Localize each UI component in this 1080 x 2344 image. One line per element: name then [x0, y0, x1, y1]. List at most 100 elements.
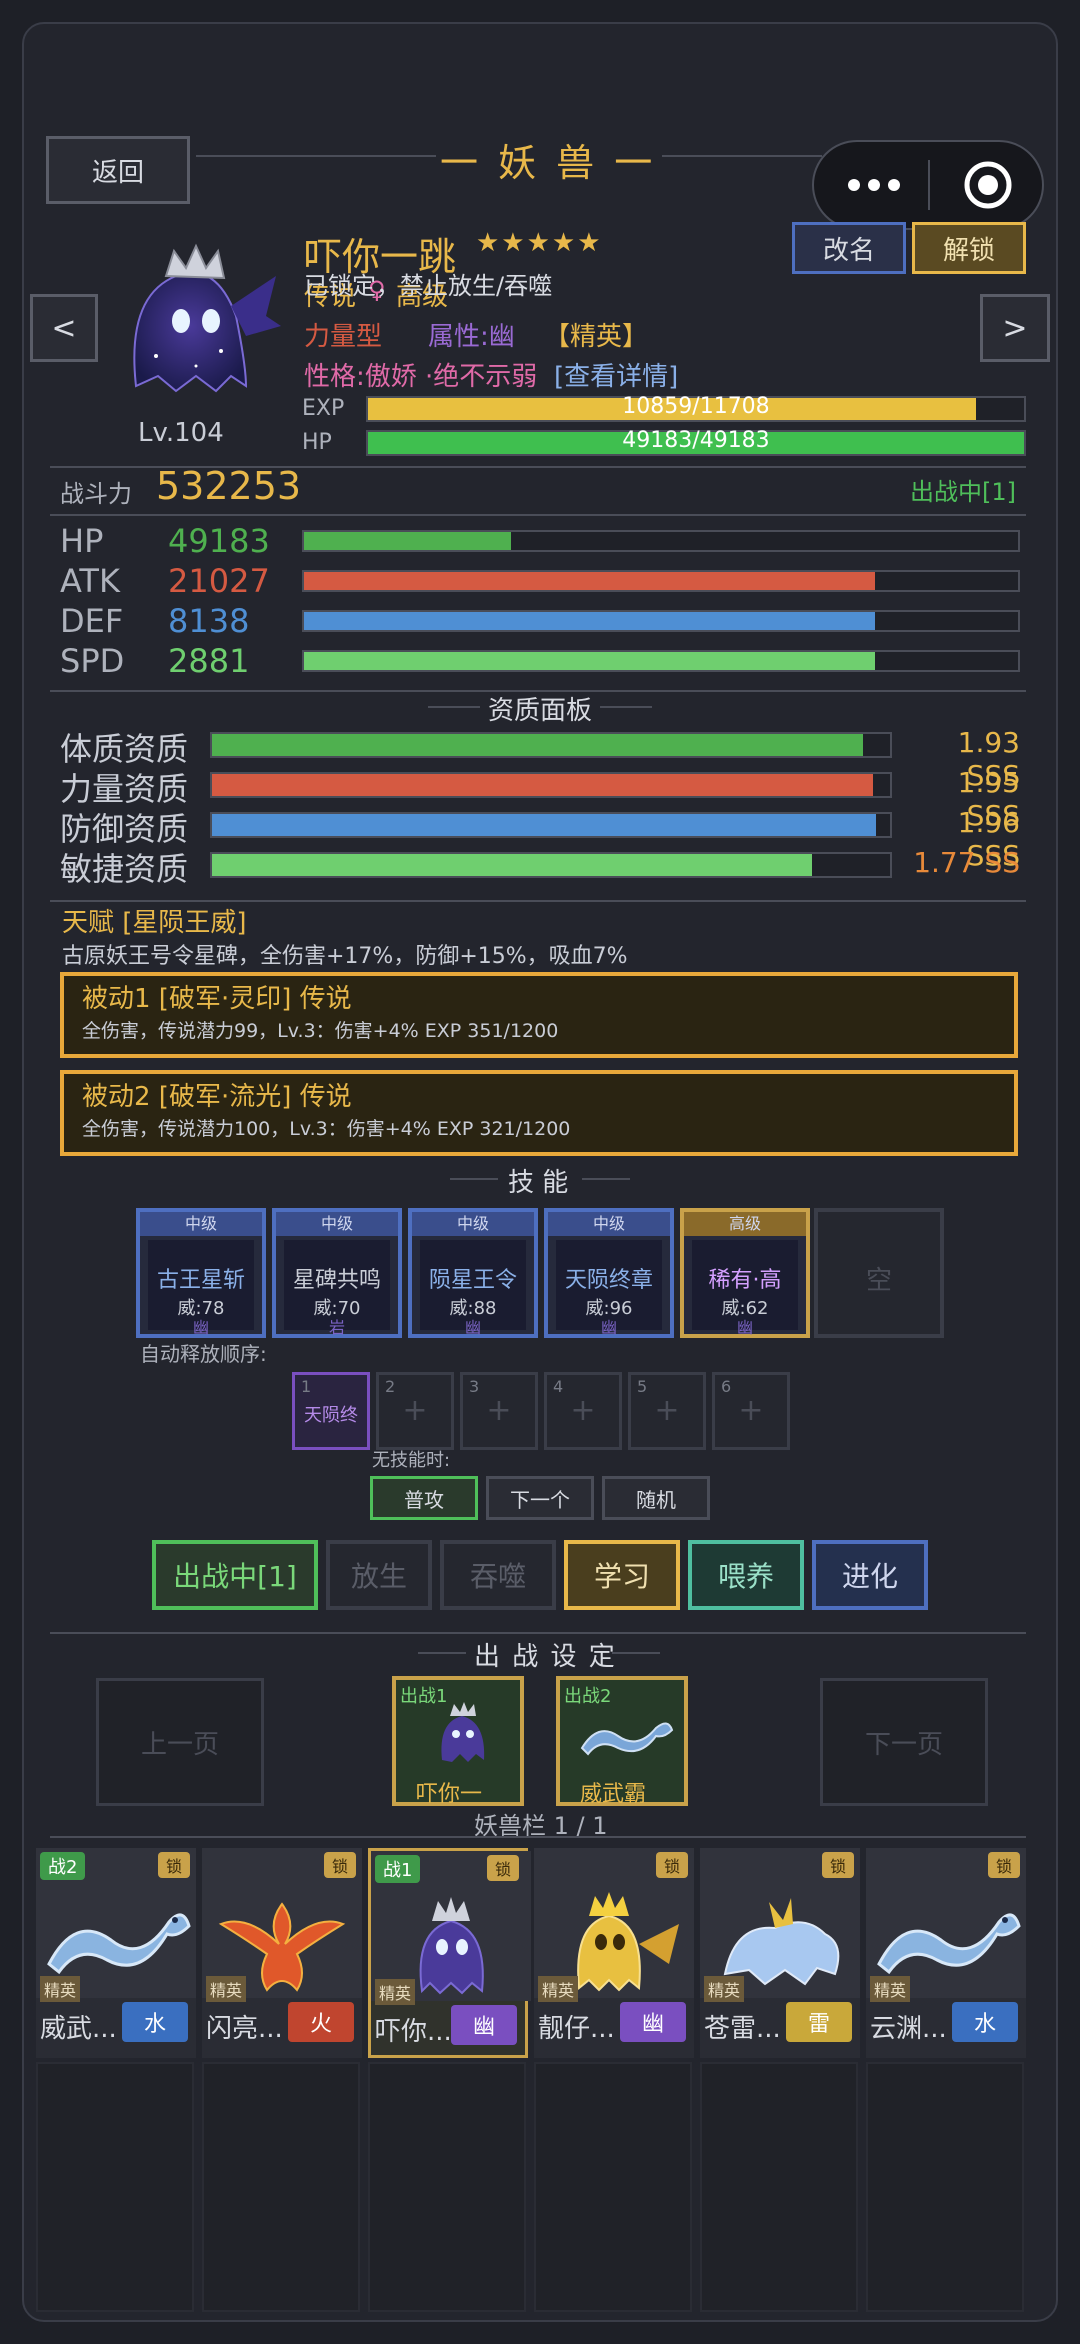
empty-slot[interactable]	[36, 2062, 194, 2312]
aptitude-title: 资质面板	[488, 696, 593, 726]
stat-value: 2881	[168, 642, 250, 680]
beast-name: 闪亮...	[206, 2014, 283, 2044]
deploy-button[interactable]: 出战中[1]	[152, 1540, 318, 1610]
elite-tag: 精英	[538, 1976, 579, 2002]
roster-card[interactable]: 锁 精英 闪亮... 火	[202, 1848, 362, 2058]
next-pet-button[interactable]: >	[980, 294, 1050, 362]
stat-label: ATK	[60, 562, 120, 600]
order-slot[interactable]: 1 天陨终	[292, 1372, 370, 1450]
option-normal-attack[interactable]: 普攻	[370, 1476, 478, 1520]
order-slot[interactable]: 3 +	[460, 1372, 538, 1450]
lock-badge[interactable]: 锁	[987, 1852, 1020, 1878]
battle-slot-2-name: 威武霸	[580, 1782, 647, 1807]
passive-2-title: 被动2 [破军·流光] 传说	[82, 1082, 352, 1112]
evolve-button[interactable]: 进化	[812, 1540, 928, 1610]
lock-badge[interactable]: 锁	[655, 1852, 688, 1878]
unlock-button[interactable]: 解锁	[912, 222, 1026, 274]
skill-name: 陨星王令	[428, 1268, 517, 1293]
lock-badge[interactable]: 锁	[157, 1852, 190, 1878]
aptitude-line-right	[600, 706, 652, 708]
roster-card[interactable]: 战2 锁 精英 威武... 水	[36, 1848, 196, 2058]
aptitude-bar	[210, 812, 892, 838]
option-next[interactable]: 下一个	[486, 1476, 594, 1520]
order-slot-label: +	[738, 1393, 764, 1428]
skill-card[interactable]: 中级 陨星王令 威:88 幽	[408, 1208, 538, 1338]
rename-button[interactable]: 改名	[792, 222, 906, 274]
elite-tag: 精英	[375, 1979, 416, 2005]
back-button[interactable]: 返回	[46, 136, 190, 204]
beast-name: 苍雷...	[704, 2014, 781, 2044]
talent-title: 天赋 [星陨王威]	[62, 908, 247, 938]
empty-slot[interactable]	[866, 2062, 1024, 2312]
empty-slot[interactable]	[368, 2062, 526, 2312]
skill-card[interactable]: 中级 天陨终章 威:96 幽	[544, 1208, 674, 1338]
hp-text: 49183/49183	[622, 428, 770, 453]
battle-prev-page[interactable]: 上一页	[96, 1678, 264, 1806]
hp-label: HP	[302, 430, 332, 455]
stat-bar	[302, 530, 1020, 552]
skill-element: 岩	[328, 1318, 345, 1337]
order-slot[interactable]: 4 +	[544, 1372, 622, 1450]
stat-value: 21027	[168, 562, 270, 600]
detail-link[interactable]: [查看详情]	[554, 356, 678, 393]
power-label: 战斗力	[60, 480, 132, 508]
lock-badge[interactable]: 锁	[323, 1852, 356, 1878]
lock-notice: 已锁定，禁止放生/吞噬	[304, 272, 553, 300]
empty-slot[interactable]	[534, 2062, 692, 2312]
empty-slot[interactable]	[202, 2062, 360, 2312]
skill-card-empty[interactable]: 空	[814, 1208, 944, 1338]
element-badge: 水	[122, 2002, 188, 2042]
passive-1: 被动1 [破军·灵印] 传说 全伤害，传说潜力99，Lv.3：伤害+4% EXP…	[60, 972, 1018, 1058]
lock-badge[interactable]: 锁	[486, 1855, 519, 1881]
capsule-divider	[928, 160, 930, 210]
close-target-icon[interactable]	[958, 160, 1018, 210]
order-slot[interactable]: 5 +	[628, 1372, 706, 1450]
element-badge: 雷	[786, 2002, 852, 2042]
roster-card[interactable]: 战1 锁 精英 吓你... 幽	[368, 1848, 531, 2058]
lock-badge[interactable]: 锁	[821, 1852, 854, 1878]
stat-bar-fill	[304, 652, 876, 670]
beast-name: 靓仔...	[538, 2014, 615, 2044]
battle-badge: 战1	[375, 1855, 421, 1883]
divider-5	[50, 1632, 1026, 1634]
passive-2-desc: 全伤害，传说潜力100，Lv.3：伤害+4% EXP 321/1200	[82, 1118, 571, 1140]
skill-card[interactable]: 高级 稀有·高 威:62 幽	[680, 1208, 810, 1338]
skill-card[interactable]: 中级 星碑共鸣 威:70 岩	[272, 1208, 402, 1338]
pet-level: Lv.104	[138, 418, 224, 448]
battle-slot-1-name: 吓你一	[416, 1782, 483, 1807]
empty-slot[interactable]	[700, 2062, 858, 2312]
skills-title: 技 能	[508, 1168, 569, 1198]
pet-rank: 【精英】	[544, 322, 649, 352]
pet-stars: ★★★★★	[476, 228, 603, 258]
option-random[interactable]: 随机	[602, 1476, 710, 1520]
pet-type: 力量型	[304, 322, 383, 352]
order-slot[interactable]: 6 +	[712, 1372, 790, 1450]
prev-pet-button[interactable]: <	[30, 294, 98, 362]
element-badge: 幽	[620, 2002, 686, 2042]
devour-button[interactable]: 吞噬	[440, 1540, 556, 1610]
roster-card[interactable]: 锁 精英 靓仔... 幽	[534, 1848, 694, 2058]
aptitude-line-left	[428, 706, 480, 708]
element-badge: 水	[952, 2002, 1018, 2042]
skill-element: 幽	[192, 1318, 209, 1337]
order-slot[interactable]: 2 +	[376, 1372, 454, 1450]
elite-tag: 精英	[870, 1976, 911, 2002]
battle-next-page[interactable]: 下一页	[820, 1678, 988, 1806]
more-icon[interactable]	[842, 160, 906, 210]
feed-button[interactable]: 喂养	[688, 1540, 804, 1610]
learn-button[interactable]: 学习	[564, 1540, 680, 1610]
roster-card[interactable]: 锁 精英 苍雷... 雷	[700, 1848, 860, 2058]
dragon-icon	[578, 1708, 674, 1768]
divider-6	[50, 1836, 1026, 1838]
elite-tag: 精英	[206, 1976, 247, 2002]
battle-slot-1[interactable]: 出战1 吓你一	[392, 1676, 524, 1807]
aptitude-label: 敏捷资质	[60, 850, 189, 888]
skill-name: 星碑共鸣	[292, 1268, 381, 1293]
release-button[interactable]: 放生	[326, 1540, 432, 1610]
skill-card[interactable]: 中级 古王星斩 威:78 幽	[136, 1208, 266, 1338]
battle-slot-2[interactable]: 出战2 威武霸	[556, 1676, 688, 1807]
roster-card[interactable]: 锁 精英 云渊... 水	[866, 1848, 1026, 2058]
divider-2	[50, 514, 1026, 516]
auto-order-label: 自动释放顺序:	[140, 1342, 267, 1366]
elite-tag: 精英	[40, 1976, 81, 2002]
